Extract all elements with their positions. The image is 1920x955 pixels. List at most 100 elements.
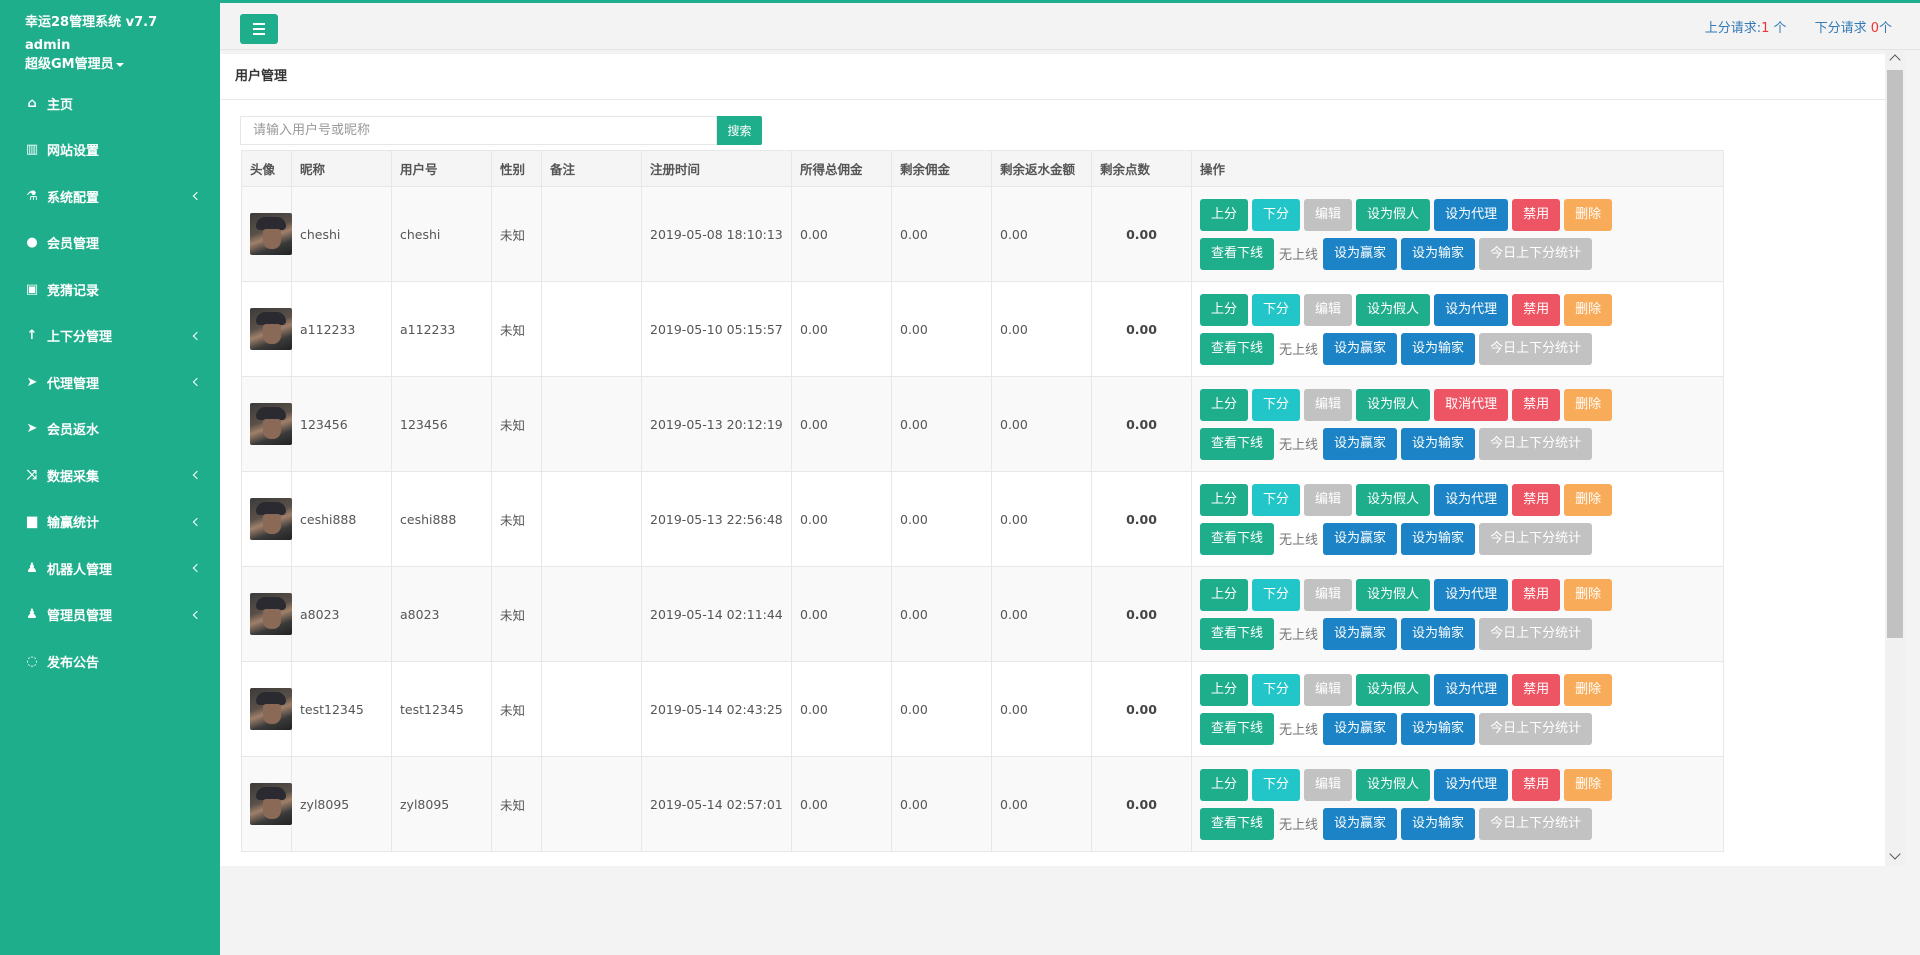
today-stats-button[interactable]: 今日上下分统计 bbox=[1479, 807, 1593, 840]
set-loser-button[interactable]: 设为输家 bbox=[1401, 237, 1476, 270]
set-winner-button[interactable]: 设为赢家 bbox=[1323, 237, 1398, 270]
set-loser-button[interactable]: 设为输家 bbox=[1401, 332, 1476, 365]
up-request-link[interactable]: 上分请求:1 个 bbox=[1705, 17, 1787, 36]
scroll-up-icon[interactable] bbox=[1889, 54, 1901, 66]
today-stats-button[interactable]: 今日上下分统计 bbox=[1479, 427, 1593, 460]
set-agent-button[interactable]: 设为代理 bbox=[1434, 768, 1509, 801]
up-button[interactable]: 上分 bbox=[1200, 578, 1249, 611]
today-stats-button[interactable]: 今日上下分统计 bbox=[1479, 712, 1593, 745]
edit-button[interactable]: 编辑 bbox=[1304, 293, 1353, 326]
ban-button[interactable]: 禁用 bbox=[1512, 388, 1561, 421]
set-agent-button[interactable]: 设为代理 bbox=[1434, 673, 1509, 706]
edit-button[interactable]: 编辑 bbox=[1304, 578, 1353, 611]
cancel-agent-button[interactable]: 取消代理 bbox=[1434, 388, 1509, 421]
sidebar-item[interactable]: ◌ 发布公告 bbox=[0, 638, 220, 685]
search-button[interactable]: 搜索 bbox=[717, 116, 762, 145]
sidebar-item[interactable]: ➤ 会员返水 bbox=[0, 406, 220, 453]
edit-button[interactable]: 编辑 bbox=[1304, 198, 1353, 231]
set-fake-button[interactable]: 设为假人 bbox=[1356, 483, 1431, 516]
view-downline-button[interactable]: 查看下线 bbox=[1200, 807, 1275, 840]
edit-button[interactable]: 编辑 bbox=[1304, 388, 1353, 421]
set-agent-button[interactable]: 设为代理 bbox=[1434, 198, 1509, 231]
set-agent-button[interactable]: 设为代理 bbox=[1434, 293, 1509, 326]
set-winner-button[interactable]: 设为赢家 bbox=[1323, 807, 1398, 840]
sidebar-item[interactable]: ▆ 输赢统计 bbox=[0, 499, 220, 546]
set-agent-button[interactable]: 设为代理 bbox=[1434, 578, 1509, 611]
ban-button[interactable]: 禁用 bbox=[1512, 673, 1561, 706]
delete-button[interactable]: 删除 bbox=[1564, 388, 1613, 421]
sidebar-item[interactable]: ▥ 网站设置 bbox=[0, 127, 220, 174]
down-button[interactable]: 下分 bbox=[1252, 578, 1301, 611]
edit-button[interactable]: 编辑 bbox=[1304, 483, 1353, 516]
set-fake-button[interactable]: 设为假人 bbox=[1356, 578, 1431, 611]
up-button[interactable]: 上分 bbox=[1200, 483, 1249, 516]
ban-button[interactable]: 禁用 bbox=[1512, 768, 1561, 801]
edit-button[interactable]: 编辑 bbox=[1304, 673, 1353, 706]
view-downline-button[interactable]: 查看下线 bbox=[1200, 522, 1275, 555]
edit-button[interactable]: 编辑 bbox=[1304, 768, 1353, 801]
today-stats-button[interactable]: 今日上下分统计 bbox=[1479, 237, 1593, 270]
set-agent-button[interactable]: 设为代理 bbox=[1434, 483, 1509, 516]
up-button[interactable]: 上分 bbox=[1200, 198, 1249, 231]
set-fake-button[interactable]: 设为假人 bbox=[1356, 388, 1431, 421]
sidebar-item[interactable]: ♟ 管理员管理 bbox=[0, 592, 220, 639]
view-downline-button[interactable]: 查看下线 bbox=[1200, 712, 1275, 745]
set-fake-button[interactable]: 设为假人 bbox=[1356, 768, 1431, 801]
set-loser-button[interactable]: 设为输家 bbox=[1401, 712, 1476, 745]
set-winner-button[interactable]: 设为赢家 bbox=[1323, 617, 1398, 650]
sidebar-item[interactable]: ⤨ 数据采集 bbox=[0, 452, 220, 499]
up-button[interactable]: 上分 bbox=[1200, 768, 1249, 801]
today-stats-button[interactable]: 今日上下分统计 bbox=[1479, 332, 1593, 365]
delete-button[interactable]: 删除 bbox=[1564, 768, 1613, 801]
up-button[interactable]: 上分 bbox=[1200, 388, 1249, 421]
scrollbar[interactable] bbox=[1885, 50, 1905, 866]
delete-button[interactable]: 删除 bbox=[1564, 293, 1613, 326]
sidebar-item[interactable]: ▣ 竞猜记录 bbox=[0, 266, 220, 313]
set-fake-button[interactable]: 设为假人 bbox=[1356, 198, 1431, 231]
up-button[interactable]: 上分 bbox=[1200, 673, 1249, 706]
down-button[interactable]: 下分 bbox=[1252, 483, 1301, 516]
today-stats-button[interactable]: 今日上下分统计 bbox=[1479, 617, 1593, 650]
sidebar-item[interactable]: ♟ 机器人管理 bbox=[0, 545, 220, 592]
sidebar-item[interactable]: ⚗ 系统配置 bbox=[0, 173, 220, 220]
set-loser-button[interactable]: 设为输家 bbox=[1401, 427, 1476, 460]
sidebar-item[interactable]: ↑ 上下分管理 bbox=[0, 313, 220, 360]
ban-button[interactable]: 禁用 bbox=[1512, 293, 1561, 326]
ban-button[interactable]: 禁用 bbox=[1512, 578, 1561, 611]
delete-button[interactable]: 删除 bbox=[1564, 483, 1613, 516]
search-input[interactable] bbox=[240, 116, 717, 145]
view-downline-button[interactable]: 查看下线 bbox=[1200, 617, 1275, 650]
today-stats-button[interactable]: 今日上下分统计 bbox=[1479, 522, 1593, 555]
set-winner-button[interactable]: 设为赢家 bbox=[1323, 522, 1398, 555]
ban-button[interactable]: 禁用 bbox=[1512, 198, 1561, 231]
view-downline-button[interactable]: 查看下线 bbox=[1200, 332, 1275, 365]
view-downline-button[interactable]: 查看下线 bbox=[1200, 427, 1275, 460]
down-button[interactable]: 下分 bbox=[1252, 388, 1301, 421]
delete-button[interactable]: 删除 bbox=[1564, 198, 1613, 231]
sidebar-item[interactable]: ● 会员管理 bbox=[0, 220, 220, 267]
delete-button[interactable]: 删除 bbox=[1564, 673, 1613, 706]
set-loser-button[interactable]: 设为输家 bbox=[1401, 617, 1476, 650]
set-winner-button[interactable]: 设为赢家 bbox=[1323, 712, 1398, 745]
down-request-link[interactable]: 下分请求 0个 bbox=[1815, 17, 1892, 36]
scroll-down-icon[interactable] bbox=[1889, 848, 1901, 860]
sidebar-item[interactable]: ⌂ 主页 bbox=[0, 80, 220, 127]
set-loser-button[interactable]: 设为输家 bbox=[1401, 807, 1476, 840]
set-loser-button[interactable]: 设为输家 bbox=[1401, 522, 1476, 555]
set-fake-button[interactable]: 设为假人 bbox=[1356, 293, 1431, 326]
scrollbar-thumb[interactable] bbox=[1887, 70, 1903, 638]
view-downline-button[interactable]: 查看下线 bbox=[1200, 237, 1275, 270]
set-winner-button[interactable]: 设为赢家 bbox=[1323, 332, 1398, 365]
sidebar-item[interactable]: ➤ 代理管理 bbox=[0, 359, 220, 406]
ban-button[interactable]: 禁用 bbox=[1512, 483, 1561, 516]
down-button[interactable]: 下分 bbox=[1252, 198, 1301, 231]
set-fake-button[interactable]: 设为假人 bbox=[1356, 673, 1431, 706]
menu-toggle-button[interactable] bbox=[240, 14, 278, 44]
down-button[interactable]: 下分 bbox=[1252, 768, 1301, 801]
delete-button[interactable]: 删除 bbox=[1564, 578, 1613, 611]
role-dropdown[interactable]: 超级GM管理员 bbox=[25, 56, 220, 74]
down-button[interactable]: 下分 bbox=[1252, 673, 1301, 706]
up-button[interactable]: 上分 bbox=[1200, 293, 1249, 326]
set-winner-button[interactable]: 设为赢家 bbox=[1323, 427, 1398, 460]
down-button[interactable]: 下分 bbox=[1252, 293, 1301, 326]
